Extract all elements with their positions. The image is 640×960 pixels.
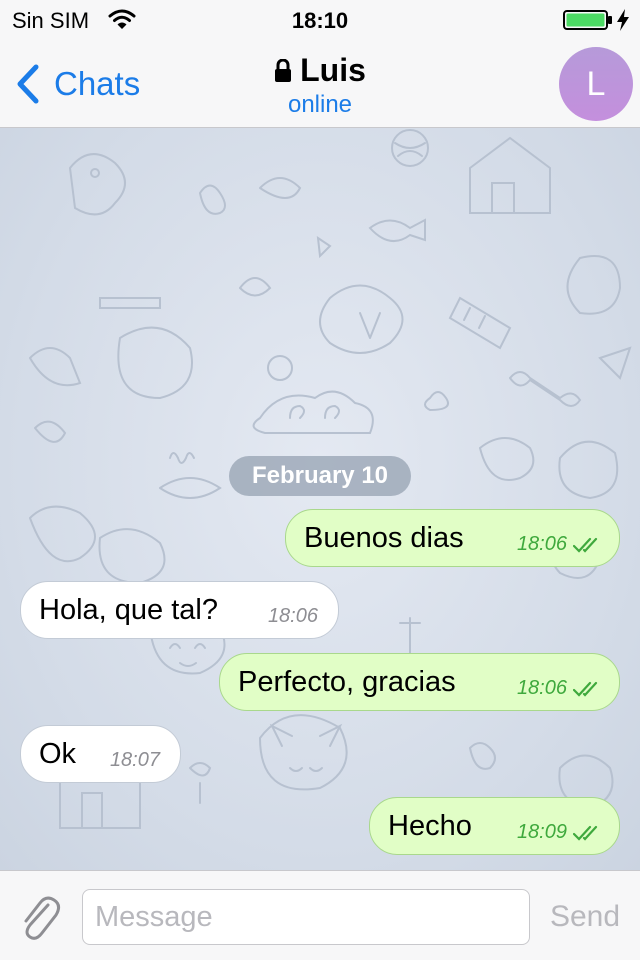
message-bubble-incoming[interactable]: Ok 18:07: [20, 725, 181, 783]
paperclip-icon[interactable]: [18, 893, 62, 941]
charging-bolt-icon: [617, 9, 629, 31]
message-meta: 18:06: [517, 677, 605, 700]
double-check-icon: [573, 681, 598, 697]
message-text: Buenos dias: [304, 522, 464, 554]
battery-full-icon: [563, 10, 612, 30]
message-composer: Send: [0, 870, 640, 960]
message-input[interactable]: [82, 889, 530, 945]
contact-avatar[interactable]: L: [559, 47, 633, 121]
message-meta: 18:06: [517, 533, 605, 556]
message-bubble-incoming[interactable]: Hola, que tal? 18:06: [20, 581, 339, 639]
message-time: 18:09: [516, 821, 567, 843]
chat-title-block[interactable]: Luis online: [0, 52, 640, 119]
double-check-icon: [573, 537, 598, 553]
date-divider: February 10: [229, 456, 411, 496]
message-bubble-outgoing[interactable]: Hecho 18:09: [369, 797, 620, 855]
chat-title: Luis: [300, 52, 366, 88]
status-time: 18:10: [291, 8, 349, 33]
message-text: Hola, que tal?: [39, 594, 218, 626]
message-list[interactable]: February 10 Buenos dias 18:06 Hola, que …: [0, 128, 640, 870]
message-text: Hecho: [388, 810, 472, 842]
avatar-initial: L: [586, 64, 606, 103]
double-check-icon: [573, 825, 598, 841]
status-bar: Sin SIM 18:10: [0, 0, 640, 40]
contact-status: online: [287, 91, 353, 118]
chat-header: Chats Luis online L: [0, 40, 640, 128]
message-text: Perfecto, gracias: [238, 666, 456, 698]
lock-icon: [275, 58, 292, 82]
message-meta: 18:09: [517, 821, 605, 844]
message-time: 18:06: [516, 533, 567, 555]
message-time: 18:06: [267, 605, 318, 627]
message-time: 18:06: [516, 677, 567, 699]
message-bubble-outgoing[interactable]: Buenos dias 18:06: [285, 509, 620, 567]
message-bubble-outgoing[interactable]: Perfecto, gracias 18:06: [219, 653, 620, 711]
send-button[interactable]: Send: [540, 895, 630, 939]
message-time: 18:07: [109, 749, 160, 771]
message-text: Ok: [39, 738, 77, 770]
